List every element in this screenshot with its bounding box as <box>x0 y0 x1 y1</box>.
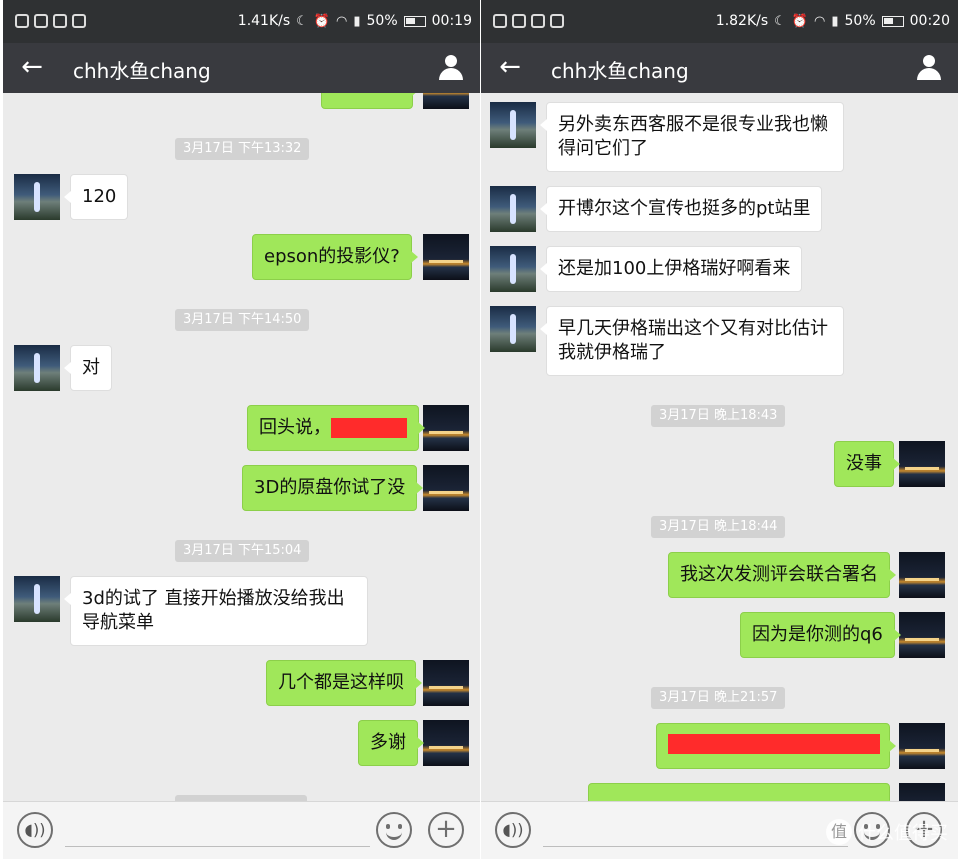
message-bubble[interactable]: 对 <box>64 345 112 391</box>
chat-title-bar: ← chh水鱼chang <box>481 43 958 93</box>
message-bubble-redacted[interactable] <box>656 723 896 769</box>
notification-icons <box>15 14 86 28</box>
message-bubble-partial[interactable] <box>321 93 419 109</box>
network-speed: 1.41K/s <box>237 13 291 29</box>
clock: 00:20 <box>909 13 950 29</box>
timestamp: 3月17日 下午14:50 <box>175 309 310 331</box>
watermark: 值 什么值得买 <box>826 819 948 845</box>
image-notification-icon <box>34 14 48 28</box>
left-screenshot: 1.41K/s ☾ ⏰ ◠ ▮ 50% 00:19 ← chh水鱼chang 3… <box>3 0 480 859</box>
my-avatar[interactable] <box>423 465 469 511</box>
status-right: 1.41K/s ☾ ⏰ ◠ ▮ 50% 00:19 <box>238 13 472 29</box>
message-bubble[interactable]: 还是加100上伊格瑞好啊看来 <box>539 246 803 292</box>
chat-title: chh水鱼chang <box>551 59 689 83</box>
my-avatar[interactable] <box>423 93 469 109</box>
notification-icons <box>493 14 564 28</box>
chat-title: chh水鱼chang <box>73 59 211 83</box>
status-right: 1.82K/s ☾ ⏰ ◠ ▮ 50% 00:20 <box>716 13 950 29</box>
timestamp: 3月17日 晚上21:57 <box>651 687 786 709</box>
message-bubble[interactable]: 因为是你测的q6 <box>740 612 901 658</box>
contact-avatar[interactable] <box>490 246 536 292</box>
battery-icon <box>881 15 904 27</box>
contact-avatar[interactable] <box>14 174 60 220</box>
my-avatar[interactable] <box>899 441 945 487</box>
status-bar: 1.41K/s ☾ ⏰ ◠ ▮ 50% 00:19 <box>3 0 480 43</box>
contact-avatar[interactable] <box>14 345 60 391</box>
plus-icon[interactable]: + <box>428 812 464 848</box>
status-bar: 1.82K/s ☾ ⏰ ◠ ▮ 50% 00:20 <box>481 0 958 43</box>
my-avatar[interactable] <box>899 783 945 801</box>
my-avatar[interactable] <box>899 612 945 658</box>
voice-icon[interactable]: ◖)) <box>495 812 531 848</box>
message-text: 回头说， <box>259 417 331 438</box>
app-notification-icon <box>53 14 67 28</box>
chat-title-bar: ← chh水鱼chang <box>3 43 480 93</box>
message-bubble[interactable]: 多谢 <box>358 720 424 766</box>
timestamp: 3月17日 晚上18:44 <box>651 516 786 538</box>
right-screenshot: 1.82K/s ☾ ⏰ ◠ ▮ 50% 00:20 ← chh水鱼chang 另… <box>481 0 958 859</box>
notification-icon <box>15 14 29 28</box>
alarm-icon: ⏰ <box>313 13 331 29</box>
message-input[interactable] <box>543 846 848 847</box>
message-bubble[interactable]: 开博尔这个宣传也挺多的pt站里 <box>539 186 823 232</box>
notification-icon <box>493 14 507 28</box>
timestamp: 3月17日 晚上18:43 <box>651 405 786 427</box>
my-avatar[interactable] <box>423 234 469 280</box>
back-arrow-icon[interactable]: ← <box>495 51 525 83</box>
battery-icon <box>403 15 426 27</box>
wifi-icon: ◠ <box>336 13 348 29</box>
my-avatar[interactable] <box>423 660 469 706</box>
contact-avatar[interactable] <box>490 102 536 148</box>
message-bubble[interactable]: 我这次发测评会联合署名 <box>668 552 896 598</box>
message-bubble[interactable]: epson的投影仪? <box>252 234 418 280</box>
emoji-notification-icon <box>72 14 86 28</box>
watermark-logo-icon: 值 <box>826 819 852 845</box>
moon-icon: ☾ <box>296 13 308 29</box>
timestamp: 3月17日 下午13:32 <box>175 138 310 160</box>
my-avatar[interactable] <box>899 723 945 769</box>
redaction-mark <box>668 734 880 754</box>
voice-icon[interactable]: ◖)) <box>17 812 53 848</box>
message-input[interactable] <box>65 846 370 847</box>
clock: 00:19 <box>431 13 472 29</box>
my-avatar[interactable] <box>899 552 945 598</box>
battery-percent: 50% <box>844 13 876 29</box>
person-icon[interactable] <box>916 55 942 81</box>
message-bubble[interactable]: 120 <box>63 174 129 220</box>
message-bubble-partial[interactable] <box>588 783 896 801</box>
signal-icon: ▮ <box>353 13 361 29</box>
contact-avatar[interactable] <box>14 576 60 622</box>
wifi-icon: ◠ <box>814 13 826 29</box>
timestamp: 3月17日 下午15:04 <box>175 540 310 562</box>
chat-area[interactable]: 另外卖东西客服不是很专业我也懒得问它们了 开博尔这个宣传也挺多的pt站里 还是加… <box>481 93 958 801</box>
message-bubble[interactable]: 另外卖东西客服不是很专业我也懒得问它们了 <box>540 102 844 172</box>
alarm-icon: ⏰ <box>791 13 809 29</box>
app-notification-icon <box>531 14 545 28</box>
message-bubble[interactable]: 没事 <box>834 441 900 487</box>
my-avatar[interactable] <box>423 720 469 766</box>
message-bubble[interactable]: 3d的试了 直接开始播放没给我出导航菜单 <box>64 576 368 646</box>
battery-percent: 50% <box>366 13 398 29</box>
message-bubble[interactable]: 3D的原盘你试了没 <box>242 465 424 511</box>
moon-icon: ☾ <box>774 13 786 29</box>
message-bubble-redacted[interactable]: 回头说， <box>247 405 425 451</box>
emoji-notification-icon <box>550 14 564 28</box>
message-bubble[interactable]: 早几天伊格瑞出这个又有对比估计我就伊格瑞了 <box>540 306 844 376</box>
contact-avatar[interactable] <box>490 306 536 352</box>
image-notification-icon <box>512 14 526 28</box>
my-avatar[interactable] <box>423 405 469 451</box>
contact-avatar[interactable] <box>490 186 536 232</box>
message-bubble[interactable]: 几个都是这样呗 <box>266 660 422 706</box>
redaction-mark <box>331 418 407 438</box>
back-arrow-icon[interactable]: ← <box>17 51 47 83</box>
watermark-text: 什么值得买 <box>858 823 948 844</box>
signal-icon: ▮ <box>831 13 839 29</box>
emoji-icon[interactable] <box>376 812 412 848</box>
chat-area[interactable]: 3月17日 下午13:32 120 epson的投影仪? 3月17日 下午14:… <box>3 93 480 801</box>
person-icon[interactable] <box>438 55 464 81</box>
input-bar: ◖)) + <box>3 801 480 859</box>
network-speed: 1.82K/s <box>715 13 769 29</box>
